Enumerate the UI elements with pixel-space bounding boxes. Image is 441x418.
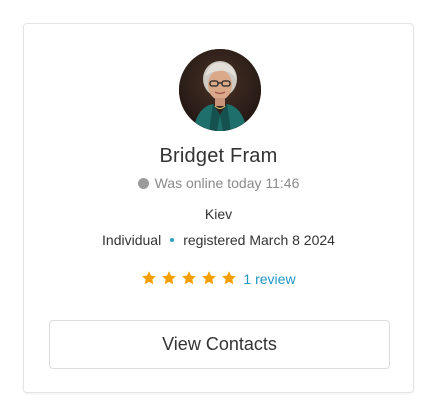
profile-meta: Individual registered March 8 2024 <box>24 232 413 248</box>
star-icon <box>222 271 237 285</box>
star-icon <box>142 271 157 285</box>
user-avatar-photo-icon <box>179 49 261 131</box>
profile-name: Bridget Fram <box>159 145 278 167</box>
profile-city: Kiev <box>204 206 233 222</box>
online-status: Was online today 11:46 <box>24 175 413 191</box>
profile-type: Individual <box>102 232 162 248</box>
profile-card: Bridget Fram Was online today 11:46 Kiev… <box>23 23 414 393</box>
reviews-link[interactable]: 1 review <box>243 271 295 287</box>
star-icon <box>182 271 197 285</box>
online-status-text: Was online today 11:46 <box>154 175 300 191</box>
star-icon <box>162 271 177 285</box>
avatar <box>179 49 261 131</box>
rating-stars <box>141 270 241 289</box>
star-icon <box>202 271 217 285</box>
status-dot-icon <box>137 178 149 189</box>
rating: 1 review <box>24 270 413 289</box>
view-contacts-button[interactable]: View Contacts <box>49 320 390 369</box>
registration-date: registered March 8 2024 <box>183 232 335 248</box>
separator-dot-icon <box>170 238 175 242</box>
